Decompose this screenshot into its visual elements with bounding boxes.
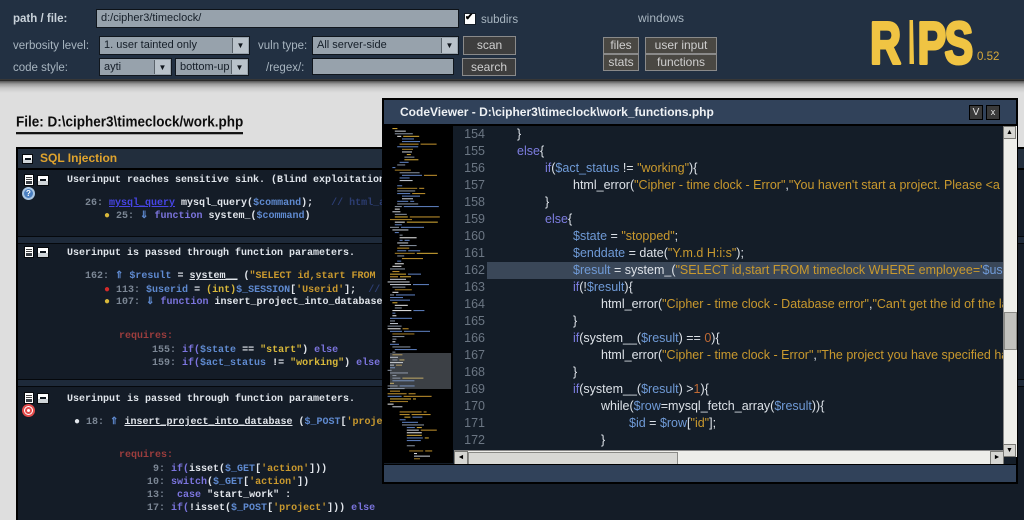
svg-text:R: R [870,10,901,70]
svg-text:S: S [944,10,973,70]
svg-text:P: P [917,10,946,70]
svg-text:0.52: 0.52 [977,51,999,63]
